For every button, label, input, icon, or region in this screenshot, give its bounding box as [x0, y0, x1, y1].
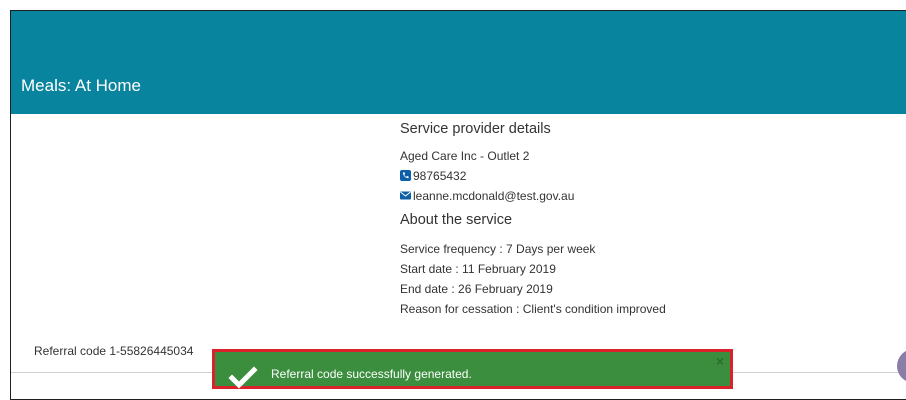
service-heading: About the service	[400, 212, 513, 228]
provider-email[interactable]: leanne.mcdonald@test.gov.au	[413, 189, 574, 203]
success-toast: Referral code successfully generated. ×	[212, 349, 733, 389]
service-card: Meals: At Home Service provider details …	[10, 10, 906, 400]
provider-heading: Service provider details	[400, 121, 551, 137]
service-title: Meals: At Home	[21, 76, 141, 95]
toast-message: Referral code successfully generated.	[271, 367, 472, 381]
service-frequency: Service frequency : 7 Days per week	[400, 242, 596, 256]
service-header: Meals: At Home	[11, 11, 906, 114]
service-details: Service provider details Aged Care Inc -…	[400, 120, 880, 319]
service-end-date: End date : 26 February 2019	[400, 282, 553, 296]
service-start-date: Start date : 11 February 2019	[400, 262, 556, 276]
provider-phone: 98765432	[413, 169, 467, 183]
close-icon[interactable]: ×	[716, 354, 724, 368]
checkmark-icon	[228, 366, 258, 390]
referral-code: Referral code 1-55826445034	[34, 344, 194, 358]
phone-icon	[400, 170, 411, 181]
service-cessation-reason: Reason for cessation : Client's conditio…	[400, 302, 666, 316]
provider-name: Aged Care Inc - Outlet 2	[400, 149, 530, 163]
envelope-icon	[400, 190, 411, 201]
provider-phone-row: 98765432	[400, 166, 880, 186]
provider-email-row: leanne.mcdonald@test.gov.au	[400, 186, 880, 206]
